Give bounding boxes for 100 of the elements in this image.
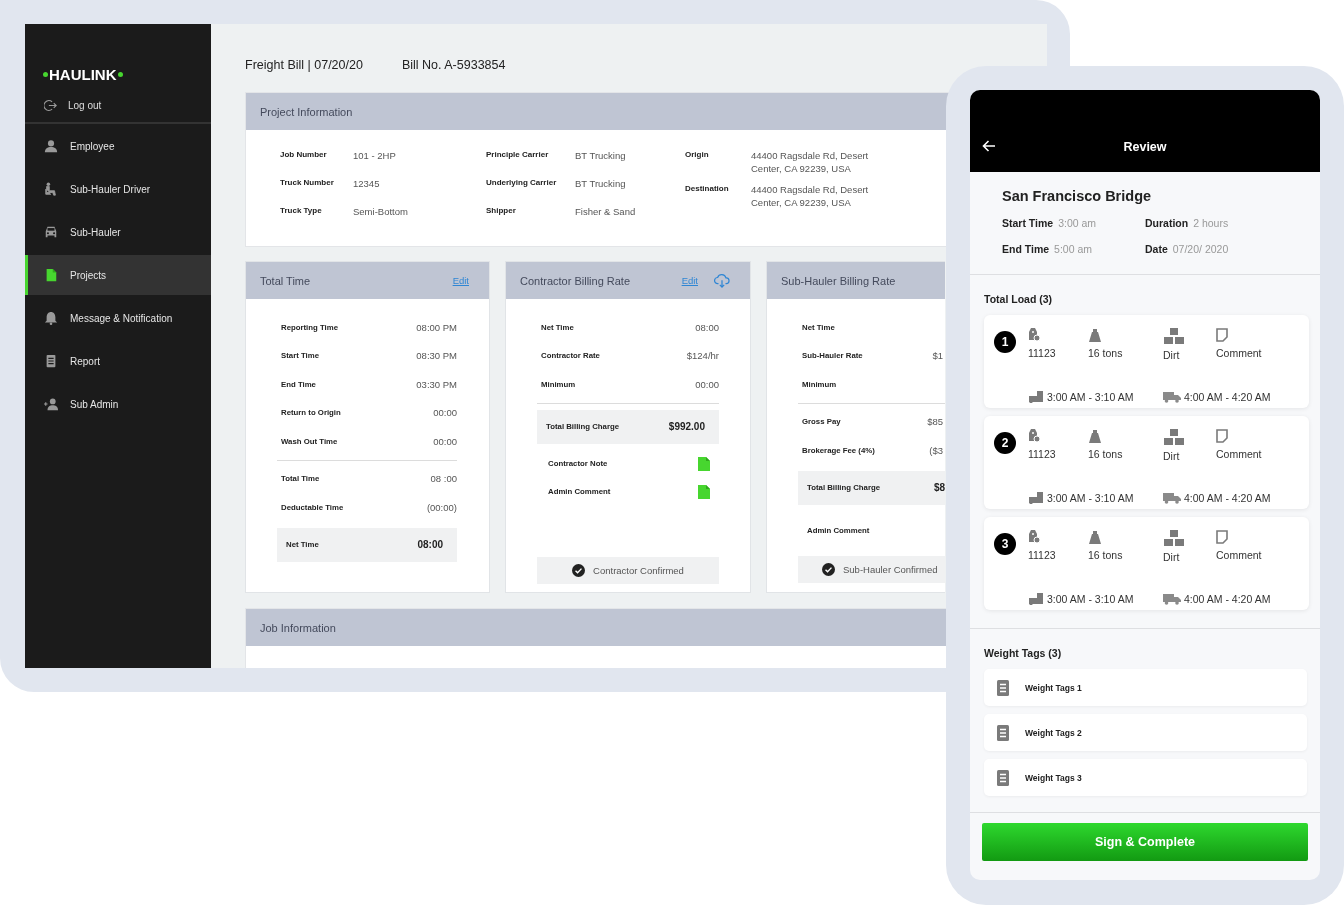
tag-icon	[1028, 429, 1040, 443]
cloud-download-icon	[714, 273, 730, 288]
card-title: Contractor Billing Rate	[520, 274, 632, 287]
field-label: Origin	[685, 149, 710, 161]
project-name: San Francisco Bridge	[1002, 188, 1153, 204]
row-value: 03:30 PM	[416, 378, 457, 390]
field-label: Truck Type	[280, 205, 323, 217]
weight-icon	[1088, 328, 1102, 342]
confirmed-status: Contractor Confirmed	[537, 556, 719, 584]
check-circle-icon	[822, 563, 835, 576]
document-icon	[997, 769, 1009, 786]
row-value: 08 :00	[430, 473, 457, 485]
load-detail: 16 tons	[1088, 347, 1123, 359]
field-label: Underlying Carrier	[486, 177, 558, 189]
bill-number: Bill No. A-5933854	[401, 58, 506, 72]
weight-icon	[1088, 530, 1102, 544]
load-detail: Comment	[1216, 549, 1262, 561]
logout-icon	[44, 98, 57, 112]
row-value: $8	[933, 482, 945, 493]
load-detail: Dirt	[1163, 349, 1180, 361]
stacked-blocks-icon	[1163, 328, 1185, 344]
load-detail: 11123	[1028, 347, 1056, 359]
card-title: Total Time	[260, 274, 312, 287]
field-value: 101 - 2HP	[353, 149, 396, 163]
row-value: 00:00	[695, 378, 719, 390]
sidebar-item[interactable]: Message & Notification	[25, 298, 211, 338]
logout-link[interactable]: Log out	[44, 97, 211, 113]
field-label: Shipper	[486, 205, 517, 217]
document-icon	[44, 354, 58, 368]
row-value: 08:00 PM	[416, 321, 457, 333]
row-value: 08:30 PM	[416, 350, 457, 362]
load-detail: 11123	[1028, 448, 1056, 460]
sidebar-item[interactable]: Sub-Hauler Driver	[25, 169, 211, 209]
file-icon	[44, 268, 58, 282]
time-range: 3:00 AM - 3:10 AM	[1047, 390, 1134, 403]
screen-title: Review	[1123, 140, 1167, 154]
number-badge: 2	[994, 432, 1016, 454]
load-detail: Dirt	[1163, 450, 1180, 462]
time-range: 4:00 AM - 4:20 AM	[1184, 390, 1271, 403]
field-label: Duration	[1145, 217, 1189, 229]
field-label: Truck Number	[280, 177, 335, 189]
row-value: 00:00	[433, 407, 457, 419]
row-value: ($3	[929, 444, 943, 456]
weight-tag-item[interactable]: Weight Tags 1	[984, 669, 1307, 706]
truck-icon	[1163, 592, 1181, 605]
row-value: $85	[927, 416, 943, 428]
confirmed-status: Sub-Hauler Confirmed	[798, 556, 945, 583]
field-label: Date	[1145, 243, 1168, 255]
page-title: Freight Bill | 07/20/20	[245, 58, 363, 72]
time-range: 3:00 AM - 3:10 AM	[1047, 592, 1134, 605]
note-icon	[1216, 530, 1228, 544]
number-badge: 1	[994, 331, 1016, 353]
load-detail: 16 tons	[1088, 549, 1123, 561]
load-detail: 16 tons	[1088, 448, 1123, 460]
logo: HAULINK	[43, 64, 211, 84]
weight-tag-item[interactable]: Weight Tags 2	[984, 714, 1307, 751]
load-detail: Comment	[1216, 448, 1262, 460]
sidebar-item[interactable]: Sub Admin	[25, 384, 211, 424]
time-range: 3:00 AM - 3:10 AM	[1047, 491, 1134, 504]
load-detail: 11123	[1028, 549, 1056, 561]
sidebar-item[interactable]: Employee	[25, 126, 211, 166]
field-value: 12345	[353, 177, 380, 191]
row-value: 08:00	[695, 321, 719, 333]
section-title: Weight Tags (3)	[984, 647, 1063, 659]
loader-icon	[1028, 390, 1044, 403]
field-label: Destination	[685, 183, 730, 195]
number-badge: 3	[994, 533, 1016, 555]
field-label: Start Time	[1002, 217, 1054, 229]
field-value: Fisher & Sand	[575, 205, 636, 219]
tag-icon	[1028, 328, 1040, 342]
field-value: BT Trucking	[575, 149, 626, 163]
field-value: BT Trucking	[575, 177, 626, 191]
document-icon	[997, 679, 1009, 696]
load-detail: Comment	[1216, 347, 1262, 359]
sidebar-item[interactable]: Sub-Hauler	[25, 212, 211, 252]
seated-person-icon	[44, 182, 58, 196]
stacked-blocks-icon	[1163, 530, 1185, 546]
field-label: End Time	[1002, 243, 1050, 255]
field-value: 44400 Ragsdale Rd, Desert Center, CA 92239, USA	[751, 149, 870, 175]
weight-tag-item[interactable]: Weight Tags 3	[984, 759, 1307, 796]
truck-icon	[1163, 491, 1181, 504]
sidebar-item[interactable]: Report	[25, 341, 211, 381]
file-icon	[698, 484, 710, 499]
field-label: Principle Carrier	[486, 149, 550, 161]
back-arrow-icon	[982, 140, 996, 152]
car-icon	[44, 225, 58, 239]
loader-icon	[1028, 491, 1044, 504]
sidebar-item[interactable]: Projects	[25, 255, 211, 295]
section-title: Total Load (3)	[984, 293, 1054, 305]
field-value: 44400 Ragsdale Rd, Desert Center, CA 92239, USA	[751, 183, 870, 209]
truck-icon	[1163, 390, 1181, 403]
row-value: $1	[932, 350, 943, 362]
field-value: Semi-Bottom	[353, 205, 408, 219]
add-person-icon	[44, 397, 58, 411]
document-icon	[997, 724, 1009, 741]
row-value: (00:00)	[426, 501, 457, 513]
file-icon	[698, 456, 710, 471]
card-title: Sub-Hauler Billing Rate	[781, 274, 897, 287]
weight-icon	[1088, 429, 1102, 443]
row-value: 00:00	[433, 435, 457, 447]
